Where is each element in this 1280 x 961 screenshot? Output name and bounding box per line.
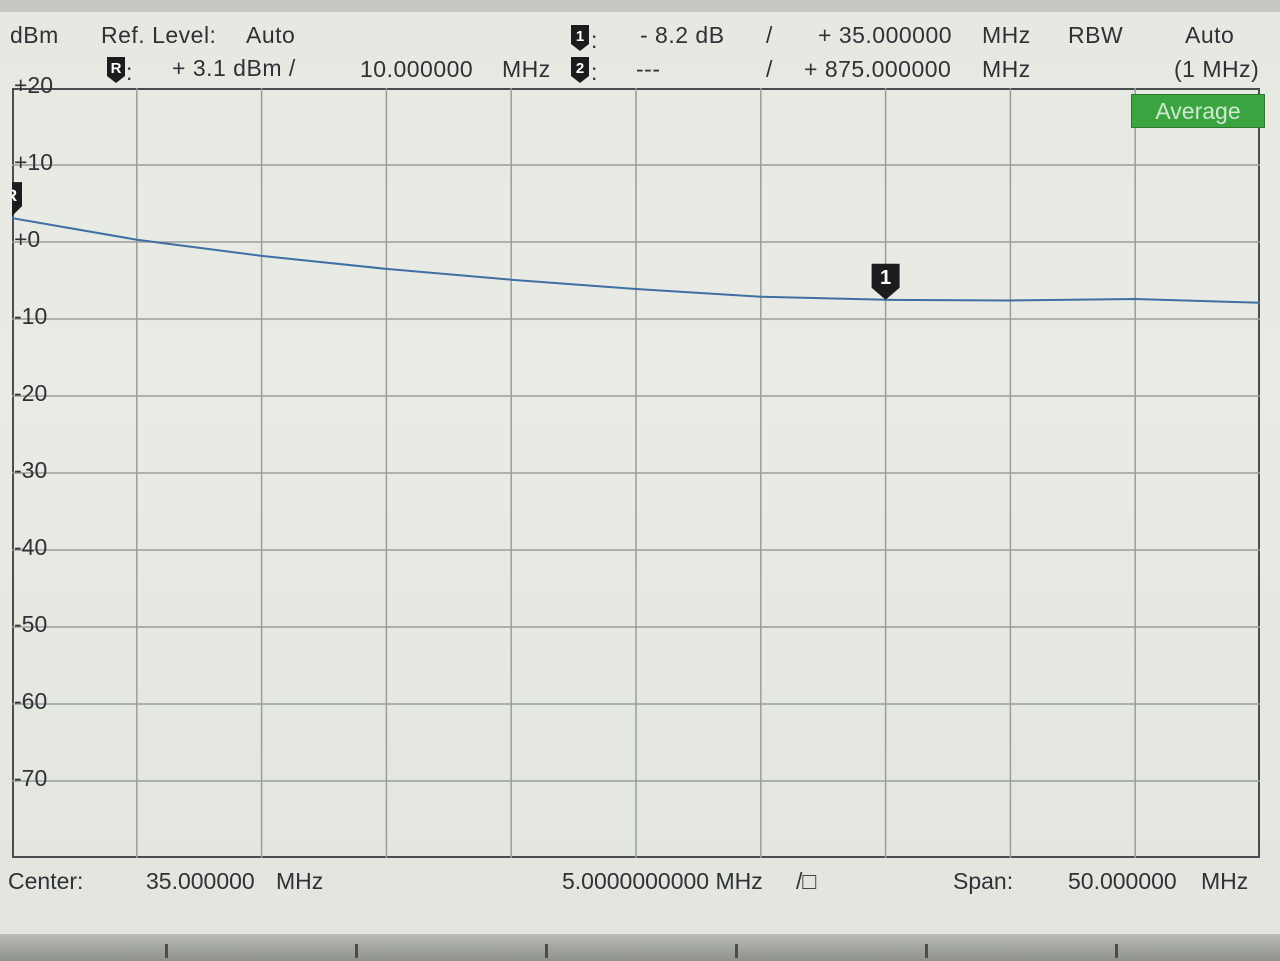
- marker-2-separator: /: [766, 56, 773, 82]
- reference-marker-on-trace[interactable]: R: [12, 182, 22, 217]
- analyzer-screen: dBm Ref. Level: Auto 1 : - 8.2 dB / + 35…: [0, 0, 1280, 961]
- softkey-divider: [1115, 944, 1118, 958]
- ref-level-value[interactable]: Auto: [246, 22, 295, 49]
- y-tick-label: +20: [14, 72, 54, 98]
- softkey-divider: [925, 944, 928, 958]
- y-tick-label: -70: [14, 765, 48, 791]
- center-label: Center:: [8, 868, 84, 894]
- y-tick-label: -40: [14, 534, 48, 560]
- softkey-divider: [735, 944, 738, 958]
- marker-2-icon: 2: [571, 57, 589, 83]
- top-bezel: [0, 0, 1280, 12]
- y-tick-label: +10: [14, 149, 54, 175]
- rbw-value[interactable]: Auto: [1185, 22, 1234, 49]
- marker-1-level: - 8.2 dB: [640, 22, 725, 48]
- span-value[interactable]: 50.000000: [1068, 868, 1177, 895]
- softkey-bar: [0, 934, 1280, 961]
- y-tick-label: -20: [14, 380, 48, 406]
- marker-1-freq: + 35.000000: [818, 22, 953, 48]
- division-value: 5.0000000000 MHz: [562, 868, 763, 894]
- marker-1-freq-unit: MHz: [982, 22, 1031, 48]
- ref-level-label: Ref. Level:: [101, 22, 217, 48]
- svg-text:1: 1: [576, 28, 584, 45]
- average-badge: Average: [1131, 94, 1265, 128]
- reference-marker-icon: R: [107, 57, 125, 83]
- marker-2-freq: + 875.000000: [804, 56, 952, 82]
- marker-2-level: ---: [636, 56, 661, 82]
- marker-1-separator: /: [766, 22, 773, 48]
- center-unit: MHz: [276, 868, 324, 894]
- ref-marker-freq-unit: MHz: [502, 56, 551, 82]
- softkey-divider: [545, 944, 548, 958]
- svg-text:2: 2: [576, 60, 584, 77]
- rbw-sub-value: (1 MHz): [1174, 56, 1260, 82]
- marker-1-on-trace[interactable]: 1: [871, 263, 900, 300]
- y-tick-label: +0: [14, 226, 41, 252]
- softkey-divider: [355, 944, 358, 958]
- svg-text:1: 1: [880, 267, 891, 289]
- y-tick-label: -50: [14, 611, 48, 637]
- svg-text:R: R: [12, 186, 17, 205]
- svg-text:R: R: [111, 60, 122, 77]
- division-unit: /□: [796, 868, 817, 894]
- span-label: Span:: [953, 868, 1014, 894]
- grid: [12, 88, 1260, 858]
- center-value[interactable]: 35.000000: [146, 868, 255, 895]
- y-tick-label: -60: [14, 688, 48, 714]
- y-tick-label: -10: [14, 303, 48, 329]
- unit-label: dBm: [10, 22, 59, 48]
- ref-marker-level: + 3.1 dBm /: [172, 55, 296, 81]
- span-unit: MHz: [1201, 868, 1249, 894]
- softkey-divider: [165, 944, 168, 958]
- marker-2-freq-unit: MHz: [982, 56, 1031, 82]
- spectrum-plot: 1R: [12, 88, 1260, 858]
- marker-1-icon: 1: [571, 25, 589, 51]
- rbw-label: RBW: [1068, 22, 1124, 48]
- y-tick-label: -30: [14, 457, 48, 483]
- ref-marker-freq: 10.000000: [360, 56, 474, 82]
